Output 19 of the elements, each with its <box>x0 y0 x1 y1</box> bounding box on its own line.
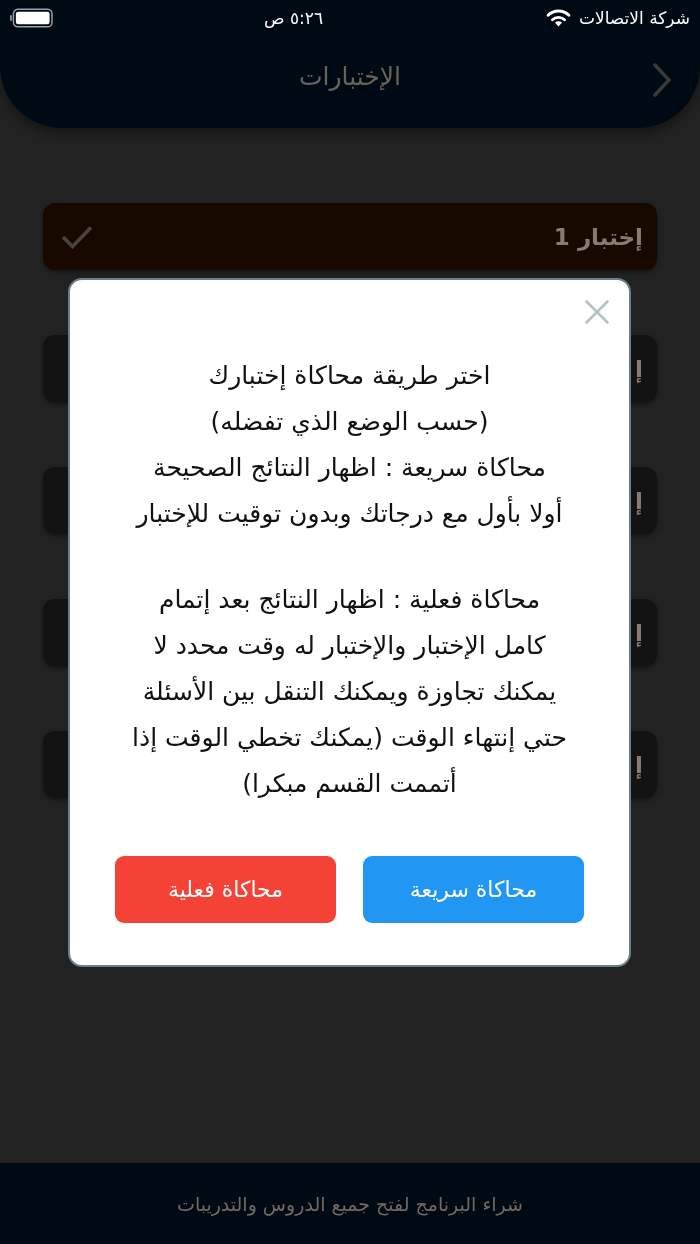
checkmark-icon <box>61 224 93 249</box>
close-icon[interactable] <box>585 300 609 324</box>
carrier-name: شركة الاتصالات <box>579 7 690 28</box>
quiz-item[interactable]: إختبار 1 <box>43 203 657 270</box>
quiz-title: إ <box>635 619 643 646</box>
quiz-title: إ <box>635 487 643 514</box>
purchase-link[interactable]: شراء البرنامج لفتح جميع الدروس والتدريبات <box>177 1192 523 1215</box>
dialog-message: محاكاة فعلية : اظهار النتائج بعد إتمام كامل الإختبار والإختبار له وقت محدد لا يمكنك تجاوزة ويمكنك التنقل بين الأسئلة حتي إنتهاء الوقت (يمكنك تخطي الوقت إذا أتممت القسم مبكرا) <box>131 584 568 800</box>
mode-button[interactable]: محاكاة فعلية <box>115 856 336 923</box>
battery-icon <box>10 7 53 28</box>
quiz-title: إختبار 1 <box>553 223 643 250</box>
quiz-title: إ <box>635 355 643 382</box>
chevron-right-icon[interactable] <box>652 63 672 97</box>
page-title: الإختبارات <box>299 62 401 91</box>
status-time: ٥:٢٦ ص <box>263 7 324 28</box>
dialog-message: اختر طريقة محاكاة إختبارك (حسب الوضع الذي تفضله) محاكاة سريعة : اظهار النتائج الصحيحة أولا بأول مع درجاتك وبدون توقيت للإختبار <box>134 360 564 531</box>
mode-button[interactable]: محاكاة سريعة <box>363 856 584 923</box>
wifi-icon <box>546 8 571 27</box>
quiz-title: إ <box>635 751 643 778</box>
